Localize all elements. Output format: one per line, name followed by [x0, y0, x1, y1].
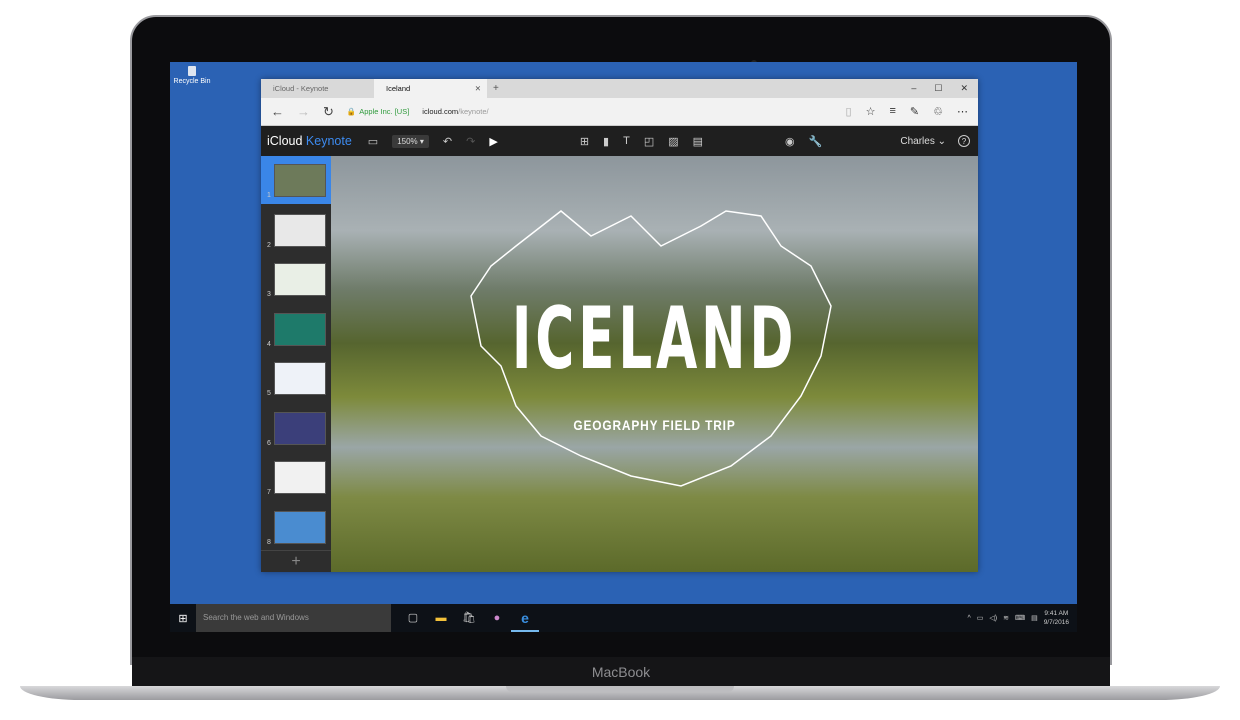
collaborate-icon[interactable]: ◉ — [785, 135, 795, 148]
windows-start-icon[interactable]: ⊞ — [170, 612, 196, 625]
slide-number: 6 — [267, 439, 271, 447]
store-icon[interactable]: 🛍 — [455, 604, 483, 632]
tab-label: iCloud - Keynote — [273, 84, 329, 93]
url-domain: icloud.com — [422, 107, 459, 116]
edge-browser-icon[interactable]: e — [511, 604, 539, 632]
clock[interactable]: 9:41 AM 9/7/2016 — [1044, 609, 1069, 627]
slide-thumbnail[interactable] — [274, 362, 326, 395]
slide-number: 8 — [267, 538, 271, 546]
laptop-label: MacBook — [132, 657, 1110, 687]
laptop-notch — [506, 686, 734, 692]
chart-icon[interactable]: ▮ — [603, 135, 609, 148]
slide-number: 2 — [267, 241, 271, 249]
taskbar-search-input[interactable]: Search the web and Windows — [196, 604, 391, 632]
comment-icon[interactable]: ▤ — [693, 135, 703, 148]
tools-wrench-icon[interactable]: 🔧 — [809, 135, 823, 148]
forward-icon[interactable]: → — [297, 104, 310, 119]
redo-icon[interactable]: ↷ — [466, 135, 475, 148]
task-view-icon[interactable]: ▢ — [399, 604, 427, 632]
certificate-label: Apple Inc. [US] — [359, 107, 410, 116]
slide-thumbnail[interactable] — [274, 411, 326, 445]
wifi-icon[interactable]: ≋ — [1003, 614, 1009, 622]
url-path: /keynote/ — [458, 107, 489, 116]
new-tab-button[interactable]: + — [493, 83, 499, 94]
recycle-bin-label: Recycle Bin — [173, 78, 211, 85]
shape-icon[interactable]: ◰ — [644, 135, 654, 148]
slide-thumbnail[interactable] — [274, 263, 326, 296]
tab-icloud-keynote[interactable]: iCloud - Keynote — [261, 79, 374, 98]
slide-number: 5 — [267, 390, 271, 397]
text-icon[interactable]: T — [623, 135, 630, 147]
back-icon[interactable]: ← — [271, 104, 284, 119]
table-icon[interactable]: ⊞ — [580, 135, 589, 148]
share-icon[interactable]: ♲ — [933, 105, 943, 118]
recycle-bin[interactable]: Recycle Bin — [172, 66, 212, 85]
media-icon[interactable]: ▨ — [668, 135, 678, 148]
maximize-button[interactable]: ☐ — [934, 83, 942, 94]
minimize-button[interactable]: – — [911, 83, 916, 94]
more-icon[interactable]: ⋯ — [957, 105, 968, 118]
tray-chevron-icon[interactable]: ^ — [967, 615, 970, 622]
url-input[interactable]: icloud.com/keynote/ — [422, 107, 488, 116]
file-explorer-icon[interactable]: ▬ — [427, 604, 455, 632]
itunes-icon[interactable]: ● — [483, 604, 511, 632]
web-note-icon[interactable]: ✎ — [910, 105, 919, 118]
tab-iceland[interactable]: Iceland ✕ — [374, 79, 487, 98]
battery-icon[interactable]: ▭ — [977, 614, 984, 622]
hub-icon[interactable]: ≡ — [889, 105, 895, 118]
slide-number: 1 — [267, 192, 271, 199]
slide-subtitle: GEOGRAPHY FIELD TRIP — [573, 417, 736, 433]
tab-label: Iceland — [386, 84, 411, 93]
zoom-select[interactable]: 150% ▾ — [392, 134, 429, 148]
slide-canvas[interactable]: ICELAND GEOGRAPHY FIELD TRIP — [331, 156, 978, 572]
close-tab-icon[interactable]: ✕ — [475, 84, 481, 93]
slide-number: 7 — [267, 489, 271, 496]
refresh-icon[interactable]: ↻ — [323, 104, 334, 120]
help-button[interactable]: ? — [958, 135, 970, 147]
slide-thumbnail[interactable] — [274, 461, 326, 494]
notifications-icon[interactable]: ▤ — [1031, 614, 1038, 622]
app-brand: iCloud Keynote — [267, 134, 352, 148]
volume-icon[interactable]: ◁) — [989, 614, 997, 622]
undo-icon[interactable]: ↶ — [443, 135, 452, 148]
recycle-bin-icon — [188, 66, 196, 76]
tab-bar: iCloud - Keynote Iceland ✕ + – ☐ ✕ — [261, 79, 978, 98]
slide-title: ICELAND — [511, 289, 798, 389]
play-icon[interactable]: ▶ — [489, 135, 497, 148]
slide-thumbnail[interactable] — [274, 510, 326, 544]
address-bar: ← → ↻ 🔒 Apple Inc. [US] icloud.com/keyno… — [261, 98, 978, 126]
user-menu[interactable]: Charles ⌄ — [900, 136, 946, 147]
slide-thumbnail[interactable] — [274, 164, 326, 197]
taskbar: ⊞ Search the web and Windows ▢ ▬ 🛍 ● e ^… — [170, 604, 1077, 632]
desktop: Recycle Bin iCloud - Keynote Iceland ✕ + … — [170, 62, 1077, 632]
view-icon[interactable]: ▭ — [368, 135, 378, 148]
slide-number: 4 — [267, 340, 271, 348]
slide-navigator: 1 2 3 4 5 6 7 8 + — [261, 156, 331, 572]
keyboard-icon[interactable]: ⌨ — [1015, 614, 1025, 622]
close-button[interactable]: ✕ — [960, 83, 968, 94]
browser-window: iCloud - Keynote Iceland ✕ + – ☐ ✕ ← → ↻ 🔒 … — [261, 79, 978, 572]
slide-number: 3 — [267, 291, 271, 298]
favorite-star-icon[interactable]: ☆ — [866, 105, 876, 118]
reading-view-icon[interactable]: ▯ — [846, 105, 852, 118]
slide-thumbnail[interactable] — [274, 312, 326, 346]
slide-thumbnail[interactable] — [274, 213, 326, 247]
keynote-toolbar: iCloud Keynote ▭ 150% ▾ ↶ ↷ ▶ ⊞ ▮ T ◰ ▨ … — [261, 126, 978, 156]
lock-icon: 🔒 — [346, 107, 357, 116]
add-slide-button[interactable]: + — [261, 550, 331, 572]
